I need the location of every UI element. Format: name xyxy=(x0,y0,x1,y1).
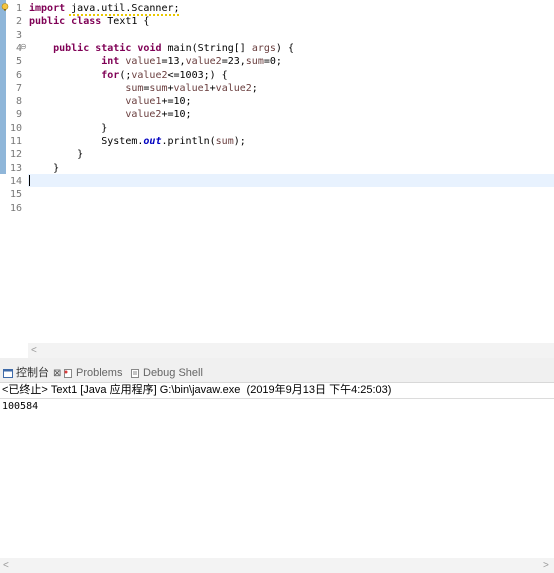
code-line-6: for(;value2<=1003;) { xyxy=(101,69,228,81)
current-line-highlight xyxy=(28,174,554,188)
editor-gutter: ⊖ 1 2 3 4 5 6 7 8 9 10 11 12 13 14 15 16 xyxy=(0,0,27,358)
console-output[interactable]: 100584 xyxy=(2,400,38,413)
line-number: 4 xyxy=(15,42,22,54)
line-number: 8 xyxy=(15,96,22,108)
bottom-panel-tabs: 控制台 ⊠ Problems Debug Shell xyxy=(0,364,554,383)
text-caret xyxy=(29,175,30,186)
problems-icon xyxy=(64,368,72,378)
tab-console-label: 控制台 xyxy=(16,367,49,379)
code-line-2: public class Text1 { xyxy=(29,16,150,28)
scroll-right-arrow-icon[interactable]: > xyxy=(543,558,549,573)
code-line-8: value1+=10; xyxy=(125,96,192,108)
code-line-12: } xyxy=(77,149,84,161)
tab-problems[interactable]: Problems xyxy=(63,364,122,382)
line-number: 9 xyxy=(15,109,22,121)
tab-problems-label: Problems xyxy=(76,367,123,379)
code-line-1: import java.util.Scanner; xyxy=(29,3,180,14)
line-number: 12 xyxy=(9,149,22,161)
line-number: 2 xyxy=(15,16,22,28)
console-status: <已终止> Text1 [Java 应用程序] G:\bin\javaw.exe… xyxy=(2,384,392,396)
console-icon xyxy=(3,368,13,378)
line-number: 14 xyxy=(9,175,22,187)
editor-horizontal-scrollbar[interactable]: < xyxy=(28,343,554,358)
line-number: 11 xyxy=(9,136,22,147)
line-number: 6 xyxy=(15,69,22,81)
tab-console[interactable]: 控制台 ⊠ xyxy=(3,364,61,382)
line-number: 3 xyxy=(15,29,22,41)
line-number: 16 xyxy=(9,202,22,214)
scroll-left-arrow-icon[interactable]: < xyxy=(31,343,37,358)
line-number: 7 xyxy=(15,82,22,94)
line-number: 5 xyxy=(15,56,22,68)
line-number: 15 xyxy=(9,189,22,201)
code-line-5: int value1=13,value2=23,sum=0; xyxy=(101,56,282,68)
console-horizontal-scrollbar[interactable]: < > xyxy=(0,558,554,573)
scroll-left-arrow-icon[interactable]: < xyxy=(3,558,9,573)
code-line-10: } xyxy=(101,122,108,134)
code-line-9: value2+=10; xyxy=(125,109,192,121)
code-line-13: } xyxy=(53,162,60,174)
code-line-7: sum=sum+value1+value2; xyxy=(125,82,258,94)
tab-debug-shell[interactable]: Debug Shell xyxy=(130,364,203,382)
tab-debug-shell-label: Debug Shell xyxy=(143,367,203,379)
code-editor[interactable]: ⊖ 1 2 3 4 5 6 7 8 9 10 11 12 13 14 15 16… xyxy=(0,0,554,358)
close-icon[interactable]: ⊠ xyxy=(53,368,61,379)
divider xyxy=(0,398,554,399)
line-number: 10 xyxy=(9,122,22,134)
line-number: 1 xyxy=(15,3,22,14)
code-line-11: System.out.println(sum); xyxy=(101,136,246,147)
debug-shell-icon xyxy=(131,368,139,378)
line-number: 13 xyxy=(9,162,22,174)
code-line-4: public static void main(String[] args) { xyxy=(53,42,294,54)
